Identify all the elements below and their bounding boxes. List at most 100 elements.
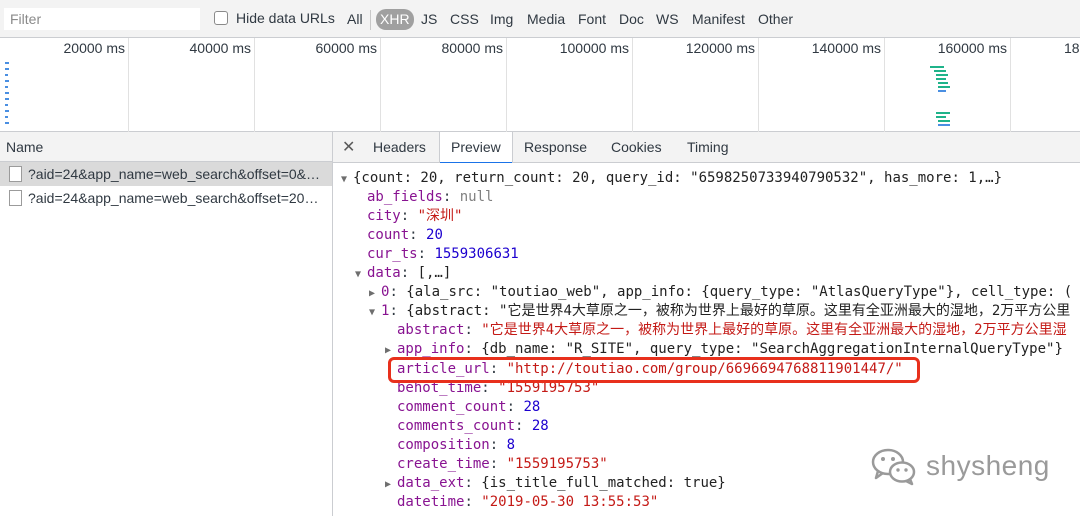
tab-timing[interactable]: Timing <box>676 132 740 162</box>
tree-value: 28 <box>531 418 549 434</box>
request-row[interactable]: ?aid=24&app_name=web_search&offset=0&… <box>0 162 332 186</box>
timeline-tick-label: 60000 ms <box>315 40 377 56</box>
expanded-triangle-icon[interactable]: ▼ <box>369 303 381 322</box>
timeline-gridline <box>884 38 885 132</box>
tree-node[interactable]: ▼ data: [,…] <box>355 264 451 283</box>
tree-key: data <box>367 265 401 281</box>
request-name: ?aid=24&app_name=web_search&offset=20… <box>28 190 319 206</box>
waterfall-bar <box>5 74 8 76</box>
tree-node: cur_ts: 1559306631 <box>367 246 519 262</box>
filter-type-other[interactable]: Other <box>758 9 793 30</box>
name-column-header[interactable]: Name <box>0 132 332 162</box>
timeline-tick-label: 20000 ms <box>63 40 125 56</box>
tree-key: 1 <box>381 303 390 319</box>
tree-node: abstract: "它是世界4大草原之一，被称为世界上最好的草原。这里有全亚洲… <box>397 322 1067 338</box>
tab-cookies[interactable]: Cookies <box>600 132 673 162</box>
waterfall-bar <box>5 86 8 88</box>
tree-root[interactable]: ▼ {count: 20, return_count: 20, query_id:… <box>341 169 1002 188</box>
tree-value: {abstract: "它是世界4大草原之一，被称为世界上最好的草原。这里有全亚… <box>406 303 1071 319</box>
tree-key: comment_count <box>397 399 507 415</box>
tree-value: {db_name: "R_SITE", query_type: "SearchA… <box>481 341 1063 357</box>
tree-key: cur_ts <box>367 246 418 262</box>
filter-type-media[interactable]: Media <box>527 9 565 30</box>
tree-key: app_info <box>397 341 465 357</box>
filter-bar: Hide data URLs All XHR JS CSS Img Media … <box>0 0 1080 38</box>
tree-key: comments_count <box>397 418 516 434</box>
timeline-gridline <box>380 38 381 132</box>
close-icon[interactable]: ✕ <box>342 137 355 157</box>
document-icon <box>9 190 22 206</box>
tree-value: [,…] <box>417 265 452 281</box>
timeline-tick-label: 18 <box>1064 40 1080 56</box>
expanded-triangle-icon[interactable]: ▼ <box>355 265 367 284</box>
waterfall-bar <box>930 66 944 68</box>
waterfall-bar <box>5 98 9 100</box>
tab-preview[interactable]: Preview <box>439 132 513 164</box>
filter-divider <box>370 10 371 30</box>
filter-type-img[interactable]: Img <box>490 9 513 30</box>
expanded-triangle-icon[interactable]: ▼ <box>341 170 353 189</box>
filter-type-manifest[interactable]: Manifest <box>692 9 745 30</box>
timeline-tick-label: 120000 ms <box>685 40 755 56</box>
waterfall-bar <box>936 78 946 80</box>
tree-value: 20 <box>426 227 443 243</box>
tree-value: 8 <box>506 437 516 453</box>
tree-value: 1559306631 <box>434 246 519 262</box>
collapsed-triangle-icon[interactable]: ▶ <box>369 284 381 303</box>
filter-type-xhr[interactable]: XHR <box>376 9 414 30</box>
wechat-icon <box>871 448 916 486</box>
tree-node[interactable]: ▼ 1: {abstract: "它是世界4大草原之一，被称为世界上最好的草原。这… <box>369 302 1070 321</box>
waterfall-bar <box>938 90 946 92</box>
timeline-gridline <box>254 38 255 132</box>
tree-value: "深圳" <box>417 208 463 224</box>
request-name: ?aid=24&app_name=web_search&offset=0&… <box>28 166 321 182</box>
timeline-gridline <box>758 38 759 132</box>
waterfall-bar <box>5 116 8 118</box>
waterfall-bar <box>5 92 9 94</box>
request-list: Name ?aid=24&app_name=web_search&offset=… <box>0 132 333 516</box>
document-icon <box>9 166 22 182</box>
tree-node: city: "深圳" <box>367 208 463 224</box>
tab-response[interactable]: Response <box>513 132 598 162</box>
tree-key: city <box>367 208 401 224</box>
hide-data-urls-label: Hide data URLs <box>236 10 335 26</box>
waterfall-bar <box>936 74 948 76</box>
tree-node: comment_count: 28 <box>397 399 541 415</box>
filter-type-doc[interactable]: Doc <box>619 9 644 30</box>
timeline-gridline <box>632 38 633 132</box>
tree-key: count <box>367 227 410 243</box>
detail-tabs: ✕ Headers Preview Response Cookies Timin… <box>333 132 1080 164</box>
tab-headers[interactable]: Headers <box>362 132 437 162</box>
article-url-highlight-box <box>388 357 920 383</box>
filter-type-ws[interactable]: WS <box>656 9 679 30</box>
waterfall-bar <box>936 116 946 118</box>
watermark: shysheng <box>870 446 1050 486</box>
waterfall-bar <box>938 86 950 88</box>
waterfall-bar <box>938 120 950 122</box>
timeline-gridline <box>1010 38 1011 132</box>
tree-key: ab_fields <box>367 189 443 205</box>
filter-type-font[interactable]: Font <box>578 9 606 30</box>
tree-node: datetime: "2019-05-30 13:55:53" <box>397 494 659 510</box>
timeline-overview[interactable]: 20000 ms 40000 ms 60000 ms 80000 ms 1000… <box>0 38 1080 132</box>
filter-type-js[interactable]: JS <box>421 9 437 30</box>
tree-node[interactable]: ▶ 0: {ala_src: "toutiao_web", app_info: {… <box>369 283 1072 302</box>
timeline-tick-label: 100000 ms <box>559 40 629 56</box>
filter-input[interactable] <box>4 8 200 30</box>
tree-key: datetime <box>397 494 465 510</box>
waterfall-bar <box>938 124 950 126</box>
filter-type-css[interactable]: CSS <box>450 9 479 30</box>
collapsed-triangle-icon[interactable]: ▶ <box>385 475 397 494</box>
request-row[interactable]: ?aid=24&app_name=web_search&offset=20… <box>0 186 332 210</box>
tree-key: data_ext <box>397 475 465 491</box>
hide-data-urls-checkbox[interactable] <box>214 11 228 25</box>
tree-node[interactable]: ▶ data_ext: {is_title_full_matched: true} <box>385 474 726 493</box>
tree-value: "1559195753" <box>506 456 608 472</box>
tree-node: comments_count: 28 <box>397 418 549 434</box>
hide-data-urls-toggle[interactable]: Hide data URLs <box>214 10 335 26</box>
tree-value: "它是世界4大草原之一，被称为世界上最好的草原。这里有全亚洲最大的湿地，2万平方… <box>481 322 1067 338</box>
tree-node: composition: 8 <box>397 437 516 453</box>
tree-key: 0 <box>381 284 390 300</box>
waterfall-bar <box>936 112 950 114</box>
filter-type-all[interactable]: All <box>347 9 363 30</box>
